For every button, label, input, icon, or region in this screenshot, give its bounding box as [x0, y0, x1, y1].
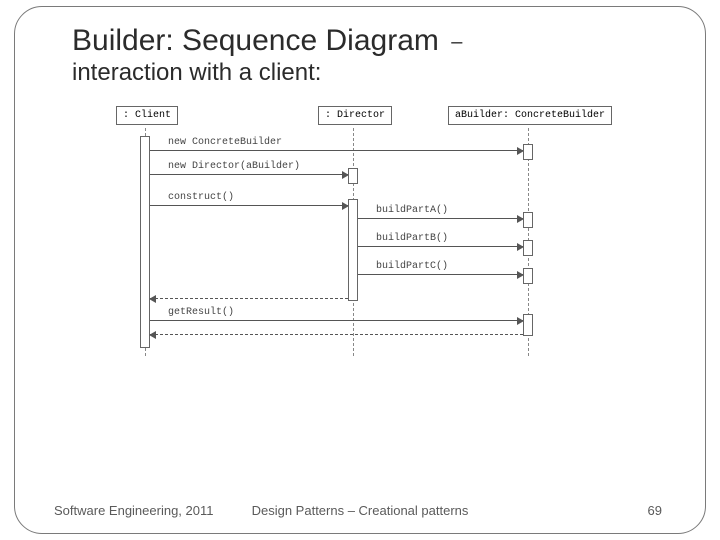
activation-builder-b: [523, 240, 533, 256]
msg-buildpartb: [358, 246, 523, 247]
activation-director-2: [348, 199, 358, 301]
footer-center: Design Patterns – Creational patterns: [252, 503, 469, 518]
msg-getresult: [150, 320, 523, 321]
msg-label-getresult: getResult(): [168, 307, 234, 318]
activation-client: [140, 136, 150, 348]
activation-director-1: [348, 168, 358, 184]
activation-builder-1: [523, 144, 533, 160]
msg-buildpartc: [358, 274, 523, 275]
msg-new-director: [150, 174, 348, 175]
slide-title: Builder: Sequence Diagram –: [72, 24, 682, 57]
return-construct: [150, 298, 348, 299]
msg-label-new-builder: new ConcreteBuilder: [168, 137, 282, 148]
slide: Builder: Sequence Diagram – interaction …: [0, 0, 720, 540]
footer-right: 69: [648, 503, 662, 518]
sequence-diagram: : Client : Director aBuilder: ConcreteBu…: [108, 106, 628, 366]
activation-builder-c: [523, 268, 533, 284]
participant-client: : Client: [116, 106, 178, 125]
msg-label-buildpartc: buildPartC(): [376, 261, 448, 272]
return-getresult: [150, 334, 523, 335]
msg-label-buildparta: buildPartA(): [376, 205, 448, 216]
title-main: Builder: Sequence Diagram: [72, 24, 439, 57]
slide-subtitle: interaction with a client:: [72, 59, 682, 87]
title-dash: –: [447, 31, 462, 53]
participant-builder: aBuilder: ConcreteBuilder: [448, 106, 612, 125]
msg-label-construct: construct(): [168, 192, 234, 203]
footer: Software Engineering, 2011 Design Patter…: [0, 503, 720, 518]
footer-left: Software Engineering, 2011: [54, 503, 213, 518]
activation-builder-result: [523, 314, 533, 336]
msg-buildparta: [358, 218, 523, 219]
msg-new-builder: [150, 150, 523, 151]
activation-builder-a: [523, 212, 533, 228]
msg-construct: [150, 205, 348, 206]
msg-label-buildpartb: buildPartB(): [376, 233, 448, 244]
msg-label-new-director: new Director(aBuilder): [168, 161, 300, 172]
participant-director: : Director: [318, 106, 392, 125]
